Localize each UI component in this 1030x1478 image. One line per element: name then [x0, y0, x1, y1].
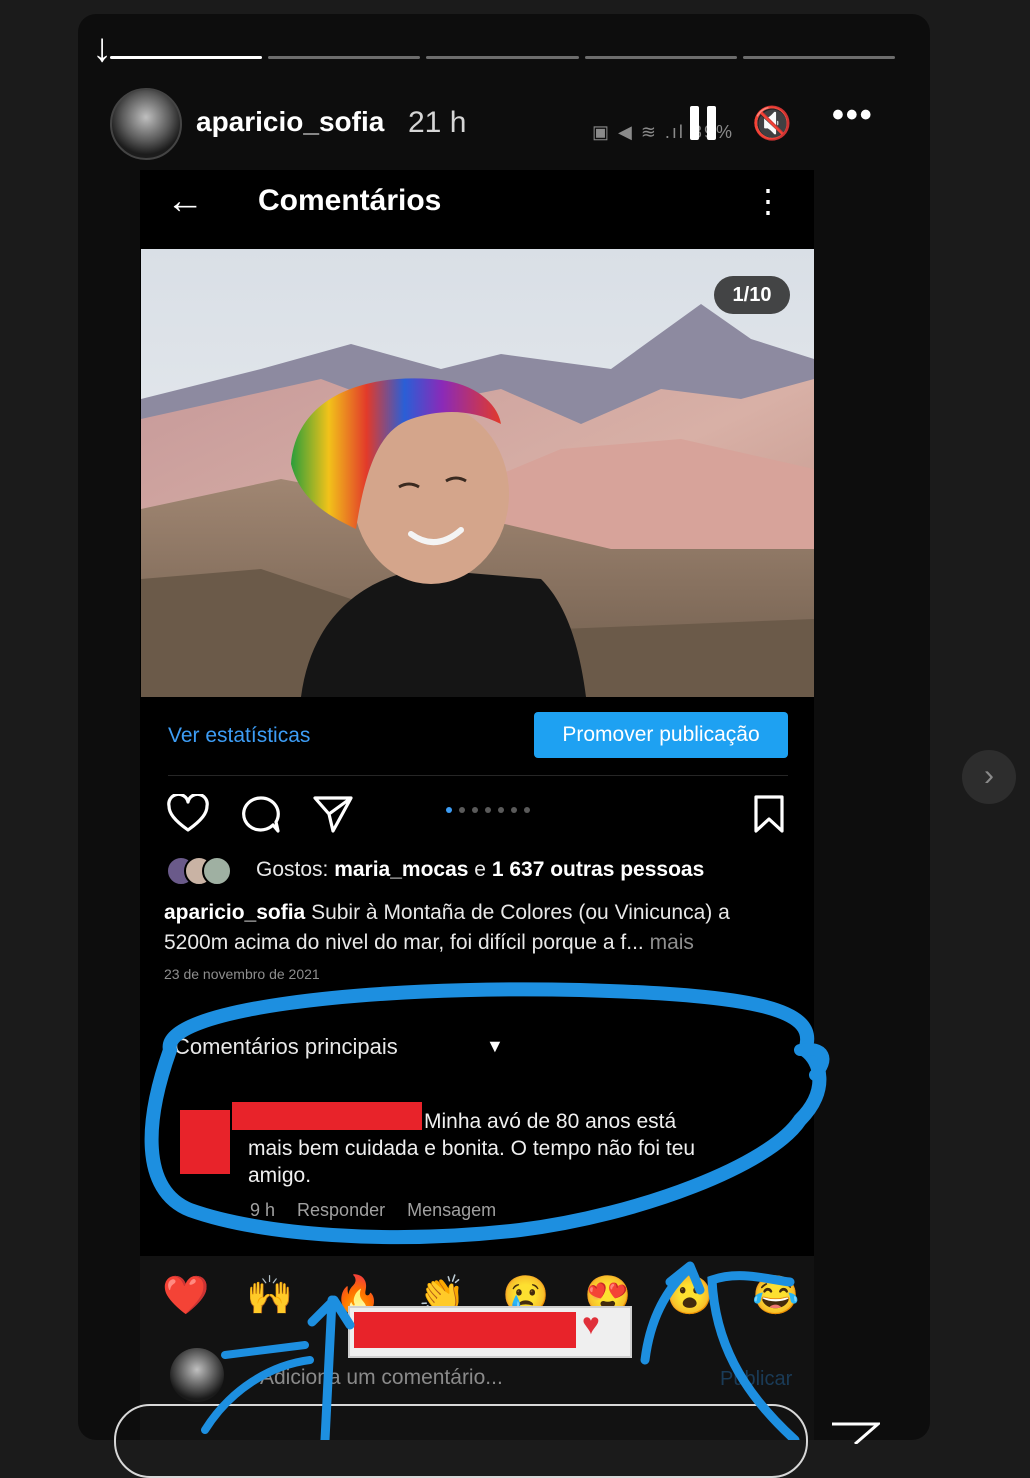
own-avatar: [170, 1348, 224, 1402]
photo-counter: 1/10: [714, 276, 790, 314]
back-arrow-icon[interactable]: ←: [166, 180, 204, 223]
bookmark-icon[interactable]: [752, 794, 786, 834]
likes-prefix: Gostos:: [256, 858, 335, 881]
comment-time: 9 h: [250, 1200, 276, 1220]
story-time: 21 h: [408, 106, 467, 139]
story-reply-input[interactable]: [114, 1404, 808, 1478]
landscape-portrait-image: [141, 249, 814, 697]
page-title: Comentários: [258, 184, 442, 217]
view-insights-link[interactable]: Ver estatísticas: [168, 724, 310, 748]
carousel-dots: [446, 804, 536, 816]
comment-text: Minha avó de 80 anos está mais bem cuida…: [248, 1108, 718, 1189]
likes-summary[interactable]: Gostos: maria_mocas e 1 637 outras pesso…: [256, 858, 704, 882]
surprised-emoji-button[interactable]: 😮: [666, 1274, 713, 1318]
progress-segment: [426, 56, 579, 59]
redacted-avatar: [180, 1110, 230, 1174]
add-comment-input[interactable]: Adiciona um comentário...: [260, 1366, 503, 1390]
carousel-dot: [524, 807, 530, 813]
raised-hands-emoji-button[interactable]: 🙌: [246, 1274, 293, 1318]
send-icon[interactable]: [312, 794, 354, 834]
caption-username[interactable]: aparicio_sofia: [164, 901, 305, 924]
publish-button[interactable]: Publicar: [720, 1368, 792, 1391]
more-options-icon[interactable]: •••: [832, 96, 874, 135]
progress-segment: [584, 56, 737, 59]
post-caption: aparicio_sofia Subir à Montaña de Colore…: [164, 898, 784, 958]
caret-down-icon[interactable]: ▼: [486, 1036, 504, 1057]
carousel-dot: [472, 807, 478, 813]
progress-segment: [742, 56, 896, 59]
pause-button[interactable]: [690, 106, 718, 140]
mute-icon[interactable]: 🔇: [752, 104, 792, 142]
comment-body: Minha avó de 80 anos está mais bem cuida…: [248, 1110, 696, 1187]
message-link[interactable]: Mensagem: [407, 1200, 496, 1220]
progress-segment: [268, 56, 421, 59]
promote-button[interactable]: Promover publicação: [534, 712, 788, 758]
likes-connector: e: [468, 858, 492, 881]
story-username[interactable]: aparicio_sofia: [196, 106, 384, 138]
post-date: 23 de novembro de 2021: [164, 966, 320, 982]
laughing-emoji-button[interactable]: 😂: [752, 1274, 799, 1318]
caption-more-link[interactable]: mais: [644, 931, 694, 954]
carousel-dot: [511, 807, 517, 813]
heart-icon: ♥: [582, 1308, 600, 1341]
comment-sort-dropdown[interactable]: Comentários principais: [174, 1034, 398, 1060]
story-progress-bar: [110, 56, 896, 60]
likes-others[interactable]: 1 637 outras pessoas: [492, 858, 704, 881]
carousel-dot: [498, 807, 504, 813]
comment-actions: 9 h Responder Mensagem: [250, 1200, 518, 1221]
heart-emoji-button[interactable]: ❤️: [162, 1274, 209, 1318]
comment-icon[interactable]: [240, 794, 282, 836]
post-photo[interactable]: [141, 249, 814, 697]
carousel-dot: [485, 807, 491, 813]
reply-link[interactable]: Responder: [297, 1200, 385, 1220]
liker-avatar: [202, 856, 232, 886]
kebab-menu-icon[interactable]: ⋮: [752, 182, 784, 220]
story-avatar[interactable]: [110, 88, 182, 160]
likers-avatars: [166, 856, 246, 886]
heart-icon[interactable]: [166, 794, 210, 834]
carousel-dot: [459, 807, 465, 813]
arrow-down-icon: ↓: [92, 26, 112, 70]
carousel-dot: [446, 807, 452, 813]
next-story-button[interactable]: ›: [962, 750, 1016, 804]
paper-plane-icon[interactable]: [830, 1420, 880, 1444]
divider: [168, 775, 788, 776]
progress-segment: [110, 56, 263, 59]
redacted-text: [354, 1312, 576, 1348]
liker-username[interactable]: maria_mocas: [334, 858, 468, 881]
